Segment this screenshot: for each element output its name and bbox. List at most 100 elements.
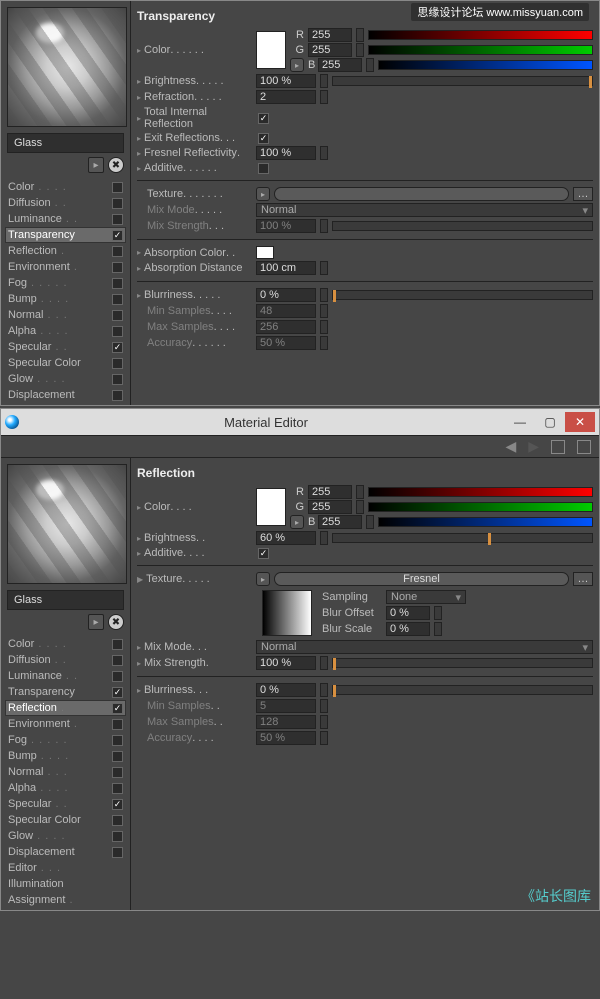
g-slider[interactable] (368, 502, 593, 512)
channel-glow[interactable]: Glow . . . . (5, 371, 126, 387)
channel-checkbox[interactable] (112, 198, 123, 209)
fresnel-input[interactable]: 100 % (256, 146, 316, 160)
channel-color[interactable]: Color . . . . (5, 179, 126, 195)
texture-browse-button[interactable]: … (573, 572, 593, 586)
channel-checkbox[interactable] (112, 783, 123, 794)
channel-checkbox[interactable] (112, 799, 123, 810)
channel-environment[interactable]: Environment . (5, 716, 126, 732)
mixmode-dropdown[interactable]: Normal (256, 640, 593, 654)
channel-checkbox[interactable] (112, 182, 123, 193)
channel-checkbox[interactable] (112, 294, 123, 305)
close-button[interactable]: ✕ (565, 412, 595, 432)
r-slider[interactable] (368, 30, 593, 40)
channel-specular-color[interactable]: Specular Color (5, 812, 126, 828)
channel-bump[interactable]: Bump . . . . (5, 748, 126, 764)
nav-prev-icon[interactable]: ◀ (505, 438, 516, 455)
channel-reflection[interactable]: Reflection . (5, 243, 126, 259)
r-spin[interactable] (356, 28, 364, 42)
tir-checkbox[interactable] (258, 113, 269, 124)
blurriness-input[interactable]: 0 % (256, 288, 316, 302)
additive-checkbox[interactable] (258, 163, 269, 174)
texture-bar[interactable]: Fresnel (274, 572, 569, 586)
brightness-slider[interactable] (332, 76, 593, 86)
color-mode-icon[interactable]: ▸ (290, 515, 304, 529)
additive-checkbox[interactable] (258, 548, 269, 559)
channel-luminance[interactable]: Luminance . . (5, 211, 126, 227)
channel-diffusion[interactable]: Diffusion . . (5, 652, 126, 668)
channel-transparency[interactable]: Transparency (5, 227, 126, 243)
brightness-input[interactable]: 60 % (256, 531, 316, 545)
blurriness-input[interactable]: 0 % (256, 683, 316, 697)
brightness-slider[interactable] (332, 533, 593, 543)
channel-checkbox[interactable] (112, 815, 123, 826)
channel-specular-color[interactable]: Specular Color (5, 355, 126, 371)
material-preview[interactable] (7, 464, 127, 584)
b-input[interactable]: 255 (318, 58, 362, 72)
r-input[interactable]: 255 (308, 485, 352, 499)
channel-transparency[interactable]: Transparency (5, 684, 126, 700)
channel-checkbox[interactable] (112, 246, 123, 257)
maximize-button[interactable]: ▢ (535, 412, 565, 432)
g-input[interactable]: 255 (308, 500, 352, 514)
material-name[interactable]: Glass (7, 133, 124, 153)
texture-bar[interactable] (274, 187, 569, 201)
channel-checkbox[interactable] (112, 342, 123, 353)
channel-fog[interactable]: Fog . . . . . (5, 732, 126, 748)
exit-checkbox[interactable] (258, 133, 269, 144)
arrow-icon[interactable]: ▸ (88, 157, 104, 173)
new-icon[interactable] (577, 440, 591, 454)
channel-checkbox[interactable] (112, 719, 123, 730)
channel-checkbox[interactable] (112, 671, 123, 682)
channel-checkbox[interactable] (112, 639, 123, 650)
material-preview[interactable] (7, 7, 127, 127)
picker-icon[interactable]: ✖ (108, 614, 124, 630)
channel-checkbox[interactable] (112, 326, 123, 337)
channel-checkbox[interactable] (112, 687, 123, 698)
channel-editor[interactable]: Editor . . . (5, 860, 126, 876)
channel-checkbox[interactable] (112, 751, 123, 762)
channel-checkbox[interactable] (112, 831, 123, 842)
refraction-input[interactable]: 2 (256, 90, 316, 104)
minimize-button[interactable]: — (505, 412, 535, 432)
channel-checkbox[interactable] (112, 655, 123, 666)
b-input[interactable]: 255 (318, 515, 362, 529)
blur-scale-input[interactable]: 0 % (386, 622, 430, 636)
g-input[interactable]: 255 (308, 43, 352, 57)
arrow-icon[interactable]: ▸ (88, 614, 104, 630)
channel-bump[interactable]: Bump . . . . (5, 291, 126, 307)
channel-checkbox[interactable] (112, 310, 123, 321)
material-name[interactable]: Glass (7, 590, 124, 610)
channel-assignment[interactable]: Assignment . (5, 892, 126, 908)
channel-displacement[interactable]: Displacement (5, 844, 126, 860)
b-slider[interactable] (378, 60, 593, 70)
channel-illumination[interactable]: Illumination (5, 876, 126, 892)
brightness-input[interactable]: 100 % (256, 74, 316, 88)
channel-diffusion[interactable]: Diffusion . . (5, 195, 126, 211)
channel-checkbox[interactable] (112, 358, 123, 369)
channel-color[interactable]: Color . . . . (5, 636, 126, 652)
channel-checkbox[interactable] (112, 390, 123, 401)
channel-glow[interactable]: Glow . . . . (5, 828, 126, 844)
channel-checkbox[interactable] (112, 374, 123, 385)
mixstrength-slider[interactable] (332, 658, 593, 668)
channel-normal[interactable]: Normal . . . (5, 764, 126, 780)
channel-normal[interactable]: Normal . . . (5, 307, 126, 323)
r-input[interactable]: 255 (308, 28, 352, 42)
texture-arrow-icon[interactable]: ▸ (256, 572, 270, 586)
channel-environment[interactable]: Environment . (5, 259, 126, 275)
channel-luminance[interactable]: Luminance . . (5, 668, 126, 684)
absorption-dist-input[interactable]: 100 cm (256, 261, 316, 275)
nav-next-icon[interactable]: ▶ (528, 438, 539, 455)
r-slider[interactable] (368, 487, 593, 497)
sampling-dropdown[interactable]: None (386, 590, 466, 604)
channel-alpha[interactable]: Alpha . . . . (5, 323, 126, 339)
channel-checkbox[interactable] (112, 767, 123, 778)
channel-alpha[interactable]: Alpha . . . . (5, 780, 126, 796)
picker-icon[interactable]: ✖ (108, 157, 124, 173)
channel-checkbox[interactable] (112, 262, 123, 273)
texture-arrow-icon[interactable]: ▸ (256, 187, 270, 201)
blurriness-slider[interactable] (332, 290, 593, 300)
channel-reflection[interactable]: Reflection . (5, 700, 126, 716)
channel-checkbox[interactable] (112, 278, 123, 289)
b-spin[interactable] (366, 58, 374, 72)
